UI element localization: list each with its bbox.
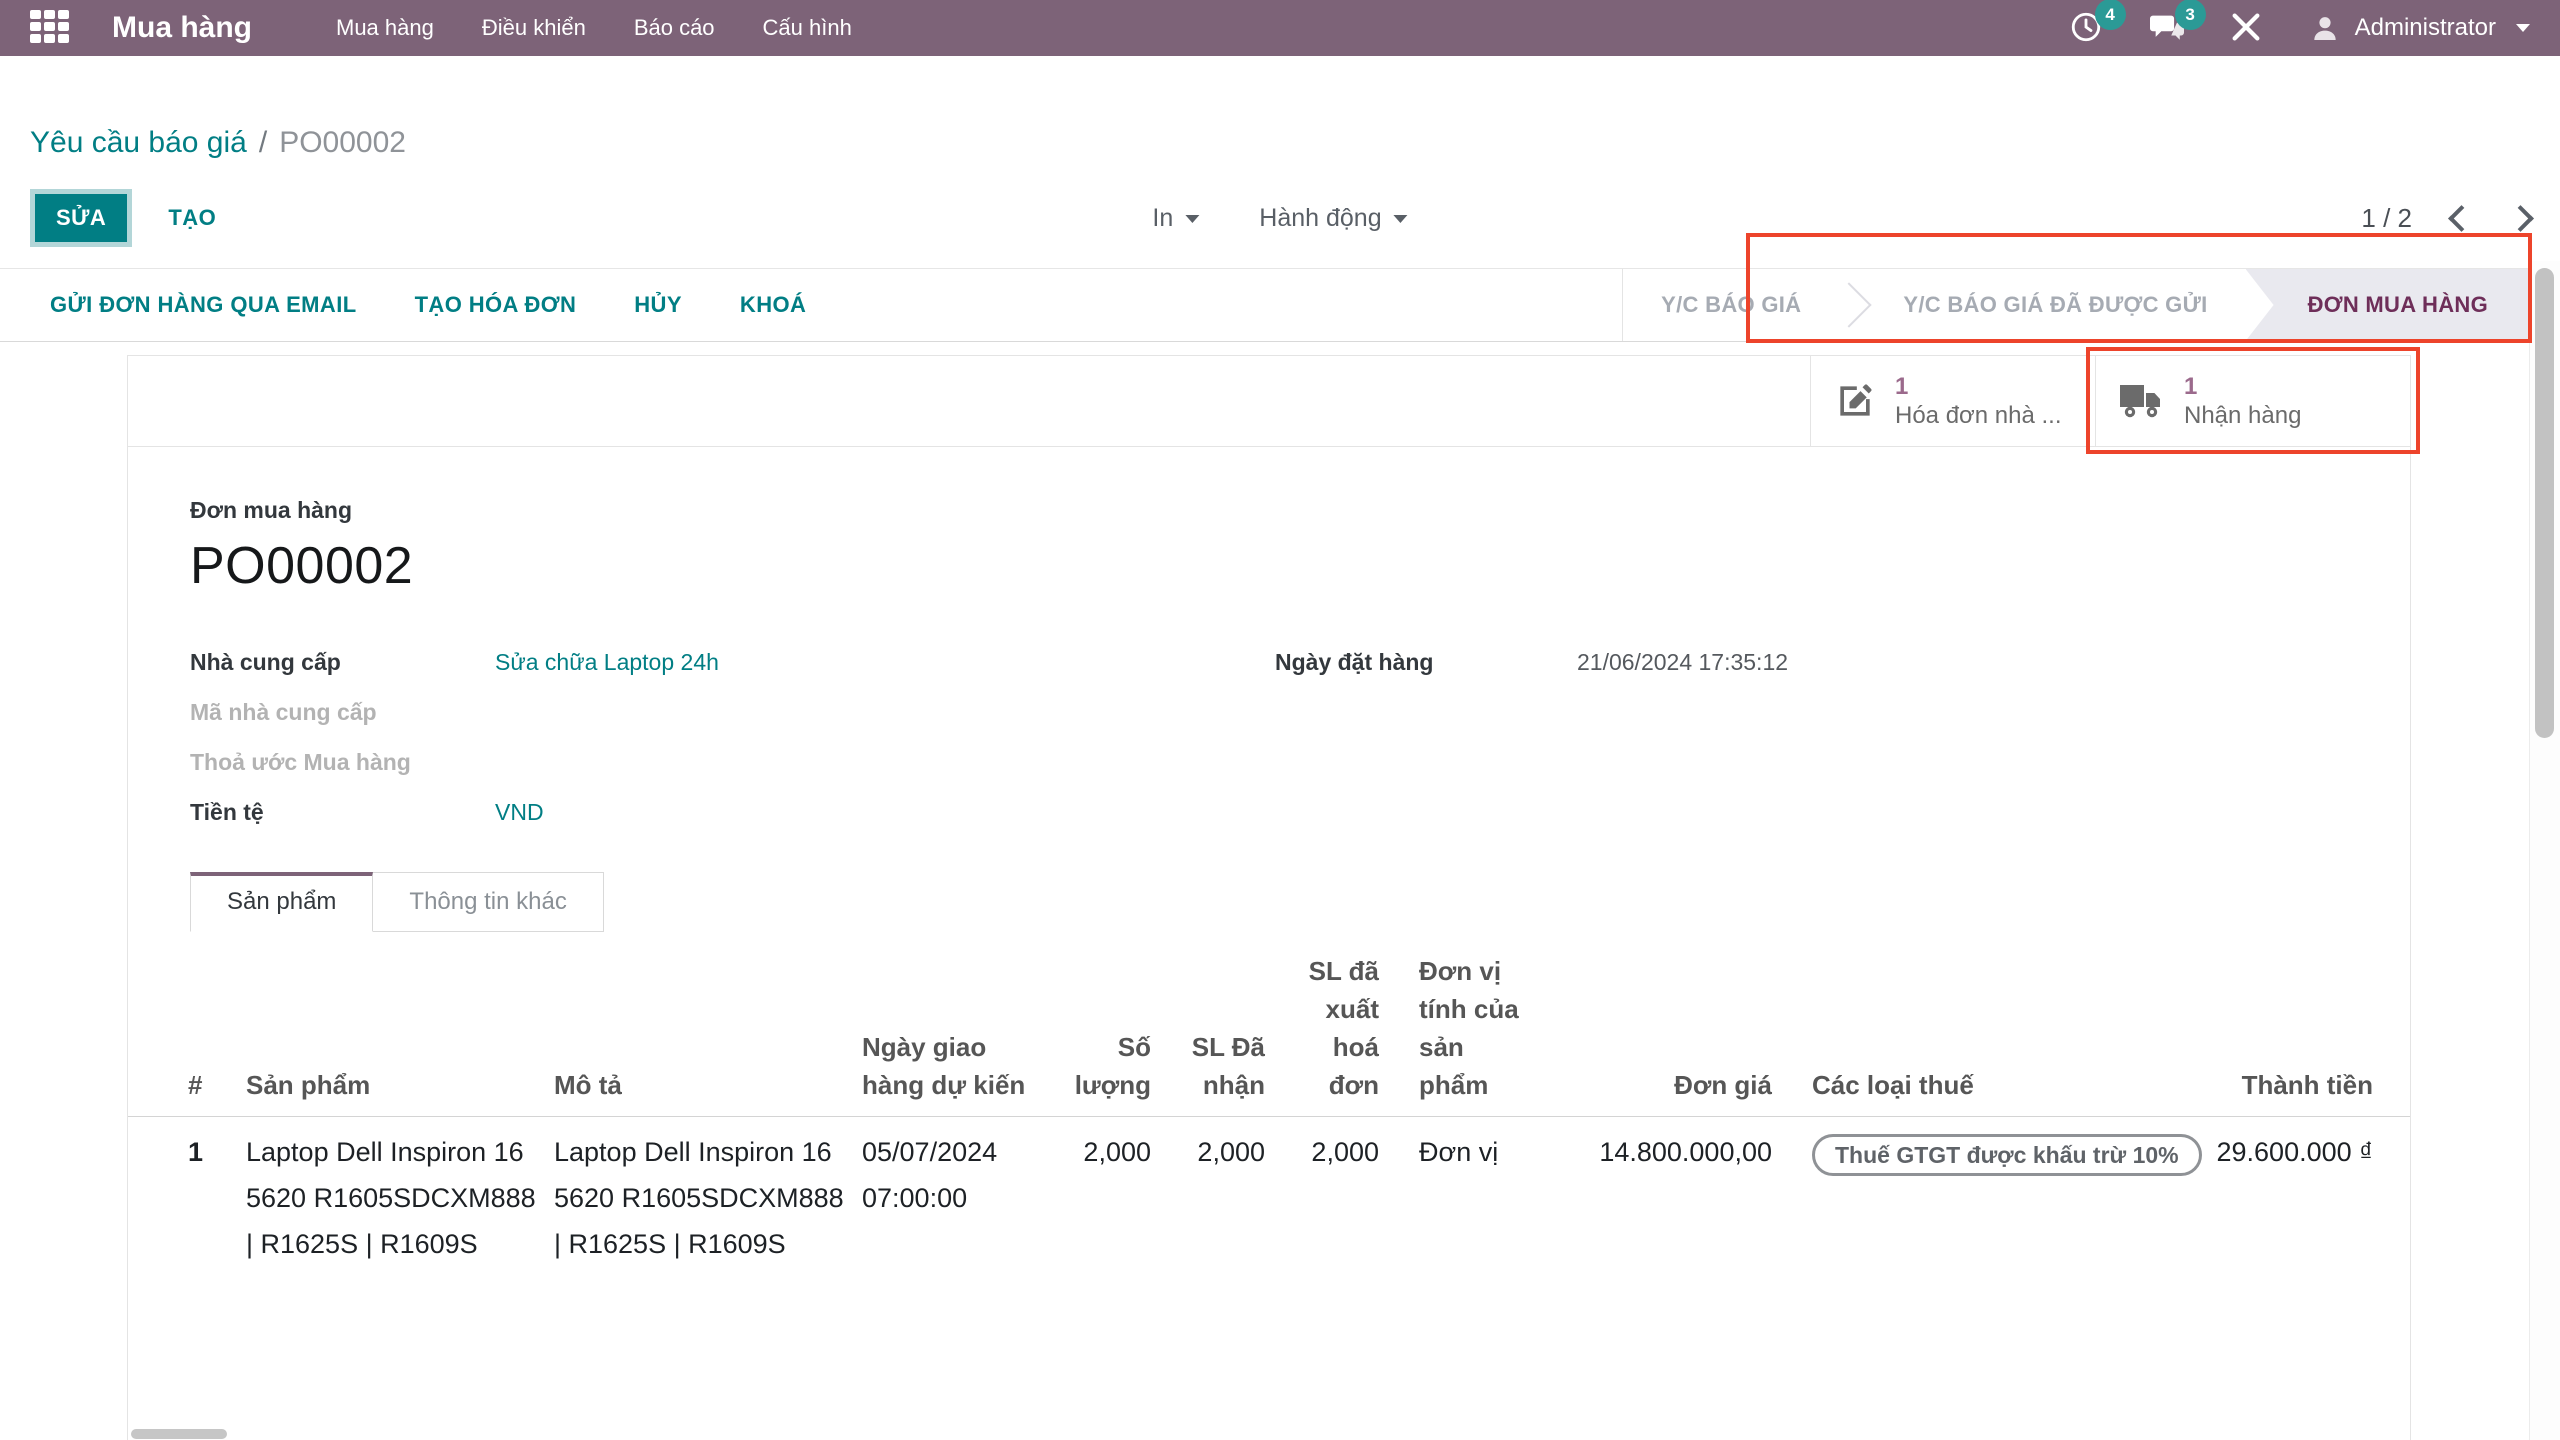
page-title: PO00002 [190,536,2348,596]
step-rfq-sent[interactable]: Y/C BÁO GIÁ ĐÃ ĐƯỢC GỬI [1865,269,2245,341]
pencil-square-icon [1833,379,1877,423]
horizontal-scrollbar[interactable] [131,1429,227,1439]
apps-grid-icon[interactable] [30,10,72,46]
activities-clock-icon[interactable]: 4 [2069,10,2105,46]
col-taxes: Các loại thuế [1790,1066,2165,1104]
agreement-value[interactable] [495,744,1275,780]
app-title: Mua hàng [112,11,252,45]
col-date: Ngày giao hàng dự kiến [862,1028,1037,1104]
menu-dieu-khien[interactable]: Điều khiển [482,15,586,41]
edit-button[interactable]: SỬA [30,189,132,247]
status-pipeline: Y/C BÁO GIÁ Y/C BÁO GIÁ ĐÃ ĐƯỢC GỬI ĐƠN … [1622,269,2528,341]
step-purchase-order[interactable]: ĐƠN MUA HÀNG [2246,269,2528,341]
step-rfq[interactable]: Y/C BÁO GIÁ [1623,269,1839,341]
cell-uom: Đơn vị [1397,1129,1529,1175]
cell-description: Laptop Dell Inspiron 16 5620 R1605SDCXM8… [554,1129,844,1267]
user-avatar-icon [2309,12,2341,44]
receipt-count: 1 [2184,372,2301,401]
messages-icon[interactable]: 3 [2149,10,2185,46]
col-price: Đơn giá [1547,1066,1772,1104]
order-date-label: Ngày đặt hàng [1275,644,1577,680]
vendor-bills-smart-button[interactable]: 1 Hóa đơn nhà ... [1810,356,2095,446]
breadcrumb-current: PO00002 [279,126,406,160]
tab-products[interactable]: Sản phẩm [190,872,373,932]
cell-price: 14.800.000,00 [1547,1129,1772,1175]
tab-other-info[interactable]: Thông tin khác [373,872,603,932]
breadcrumb-parent[interactable]: Yêu cầu báo giá [30,126,247,160]
action-dropdown[interactable]: Hành động [1259,204,1407,233]
pager-next-icon[interactable] [2507,205,2534,232]
user-menu[interactable]: Administrator [2309,12,2530,44]
main-menu: Mua hàng Điều khiển Báo cáo Cấu hình [336,15,852,41]
document-type-label: Đơn mua hàng [190,497,2348,524]
cell-qty: 2,000 [1055,1129,1151,1175]
form-sheet: 1 Hóa đơn nhà ... 1 Nhận hàng Đơn mua hà… [127,355,2411,1440]
breadcrumb-separator: / [259,126,267,160]
cell-taxes: Thuế GTGT được khấu trừ 10% [1790,1129,2165,1177]
order-date-value[interactable]: 21/06/2024 17:35:12 [1577,644,1788,680]
currency-value[interactable]: VND [495,794,1275,830]
col-subtotal: Thành tiền [2183,1066,2409,1104]
cell-date: 05/07/2024 07:00:00 [862,1129,1037,1221]
activities-badge: 4 [2095,0,2126,30]
notebook-tabs: Sản phẩm Thông tin khác [128,872,2410,932]
col-product: Sản phẩm [246,1066,536,1104]
print-caret-icon [1185,215,1199,223]
pager-previous-icon[interactable] [2448,205,2475,232]
currency-label: Tiền tệ [190,794,495,830]
order-lines-header: # Sản phẩm Mô tả Ngày giao hàng dự kiến … [128,932,2410,1117]
col-index: # [128,1066,228,1104]
col-uom: Đơn vị tính của sản phẩm [1397,952,1529,1104]
pager-value: 1 / 2 [2361,203,2412,234]
action-caret-icon [1394,215,1408,223]
table-row[interactable]: 1 Laptop Dell Inspiron 16 5620 R1605SDCX… [128,1117,2410,1267]
menu-cau-hinh[interactable]: Cấu hình [763,15,852,41]
vendor-bills-label: Hóa đơn nhà ... [1895,401,2062,430]
messages-badge: 3 [2175,0,2206,30]
top-navbar: Mua hàng Mua hàng Điều khiển Báo cáo Cấu… [0,0,2560,56]
lock-button[interactable]: KHOÁ [740,292,806,318]
menu-mua-hang[interactable]: Mua hàng [336,15,434,41]
cancel-button[interactable]: HỦY [634,292,682,318]
vendor-ref-value[interactable] [495,694,1275,730]
vendor-ref-label: Mã nhà cung cấp [190,694,495,730]
user-name: Administrator [2355,14,2496,42]
breadcrumb: Yêu cầu báo giá / PO00002 [0,56,2560,168]
step-separator-icon [1839,269,1865,341]
tools-wrench-icon[interactable] [2229,10,2265,46]
vertical-scrollbar[interactable] [2535,268,2554,738]
user-caret-icon [2516,24,2530,32]
tax-badge: Thuế GTGT được khấu trừ 10% [1812,1134,2202,1176]
receipt-label: Nhận hàng [2184,401,2301,430]
supplier-value[interactable]: Sửa chữa Laptop 24h [495,644,1275,680]
cell-received: 2,000 [1169,1129,1265,1175]
control-panel: SỬA TẠO In Hành động 1 / 2 [0,168,2560,268]
supplier-label: Nhà cung cấp [190,644,495,680]
send-by-email-button[interactable]: GỬI ĐƠN HÀNG QUA EMAIL [50,292,357,318]
col-received: SL Đã nhận [1169,1028,1265,1104]
cell-subtotal: 29.600.000 ₫ [2183,1129,2409,1175]
menu-bao-cao[interactable]: Báo cáo [634,15,715,41]
col-description: Mô tả [554,1066,844,1104]
create-bill-button[interactable]: TẠO HÓA ĐƠN [415,292,577,318]
receipt-smart-button[interactable]: 1 Nhận hàng [2095,356,2410,446]
create-button[interactable]: TẠO [168,205,216,231]
col-billed: SL đã xuất hoá đơn [1283,952,1379,1104]
print-dropdown[interactable]: In [1152,204,1199,233]
col-qty: Số lượng [1055,1028,1151,1104]
cell-index: 1 [128,1129,228,1175]
smart-button-row: 1 Hóa đơn nhà ... 1 Nhận hàng [128,356,2410,447]
truck-icon [2118,381,2166,421]
statusbar: GỬI ĐƠN HÀNG QUA EMAIL TẠO HÓA ĐƠN HỦY K… [0,268,2560,342]
agreement-label: Thoả ước Mua hàng [190,744,495,780]
cell-billed: 2,000 [1283,1129,1379,1175]
vendor-bills-count: 1 [1895,372,2062,401]
cell-product: Laptop Dell Inspiron 16 5620 R1605SDCXM8… [246,1129,536,1267]
